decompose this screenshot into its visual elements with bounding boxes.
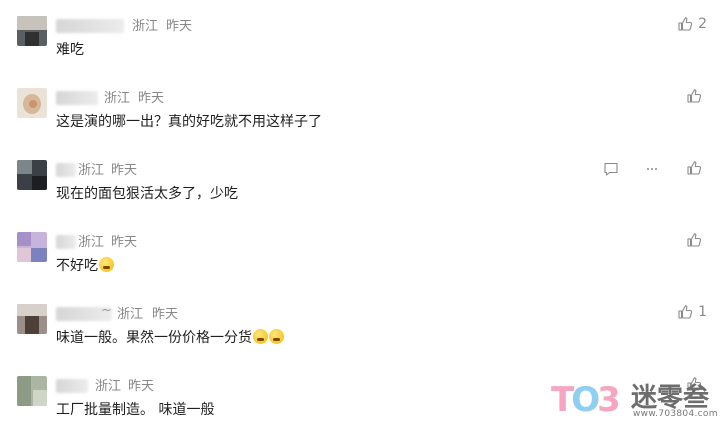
like-button[interactable] [686,160,707,176]
comment-text: 工厂批量制造。 味道一般 [56,402,215,418]
comment-item: 浙江 昨天 不好吃 [0,224,723,296]
username[interactable] [56,91,98,105]
share-icon [647,168,657,170]
share-button[interactable] [644,161,660,181]
comment-region: 浙江 [95,379,122,394]
avatar[interactable] [17,160,47,190]
comment-bubble-icon [604,162,618,176]
comment-text: 这是演的哪一出？真的好吃就不用这样子了 [56,114,322,130]
username[interactable] [56,163,76,177]
like-count: 2 [698,16,707,32]
avatar[interactable] [17,16,47,46]
avatar[interactable] [17,232,47,262]
comment-time: 昨天 [111,235,138,250]
comment-region: 浙江 [132,19,159,34]
username[interactable] [56,379,88,393]
thumbs-up-icon [687,161,702,175]
avatar[interactable] [17,88,47,118]
comment-region: 浙江 [104,91,131,106]
reply-button[interactable] [603,161,619,181]
thumbs-up-icon [687,233,702,247]
comment-text-body: 味道一般。果然一份价格一分货 [56,330,252,346]
like-button[interactable]: 1 [677,304,707,320]
like-button[interactable]: 2 [677,16,707,32]
comment-item: 浙江 昨天 现在的面包狠活太多了，少吃 [0,152,723,224]
username[interactable] [56,19,124,33]
like-count: 1 [698,304,707,320]
comment-time: 昨天 [111,163,138,178]
emoji-icon [99,257,114,272]
comment-item: 浙江 昨天 这是演的哪一出？真的好吃就不用这样子了 [0,80,723,152]
comment-time: 昨天 [152,307,179,322]
thumbs-up-icon [678,17,693,31]
watermark: TO3 迷零叁 www.703804.com [551,375,718,423]
comment-item: 浙江 昨天 难吃 2 [0,8,723,80]
comment-time: 昨天 [138,91,165,106]
thumbs-up-icon [687,89,702,103]
comment-time: 昨天 [166,19,193,34]
watermark-url: www.703804.com [633,409,718,419]
emoji-icon [253,329,268,344]
avatar[interactable] [17,376,47,406]
comment-region: 浙江 [78,163,105,178]
emoji-icon [269,329,284,344]
like-button[interactable] [686,88,707,104]
comment-text: 味道一般。果然一份价格一分货 [56,327,284,347]
username[interactable] [56,235,76,249]
comment-text: 难吃 [56,42,84,58]
comment-text: 不好吃 [56,255,114,275]
watermark-logo: TO3 [551,380,621,420]
thumbs-up-icon [678,305,693,319]
comment-text-body: 不好吃 [56,258,98,274]
comment-region: 浙江 [117,307,144,322]
comment-item: ~ 浙江 昨天 味道一般。果然一份价格一分货 1 [0,296,723,368]
username-suffix: ~ [101,303,112,318]
avatar[interactable] [17,304,47,334]
comment-time: 昨天 [128,379,155,394]
comment-text: 现在的面包狠活太多了，少吃 [56,186,238,202]
comment-region: 浙江 [78,235,105,250]
like-button[interactable] [686,232,707,248]
